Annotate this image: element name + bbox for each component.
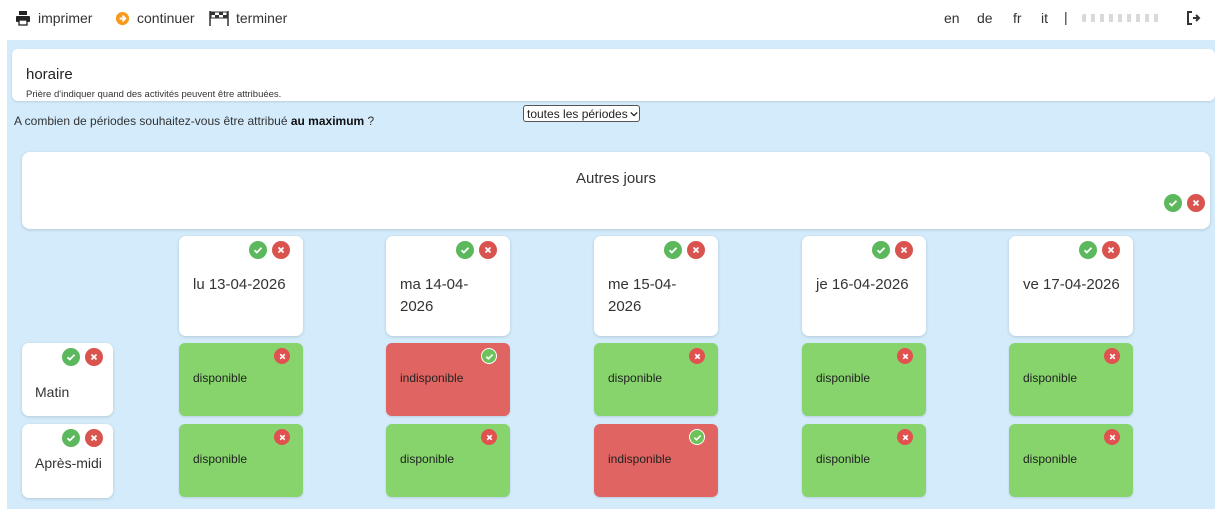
cross-icon[interactable]: [689, 348, 705, 364]
continue-button[interactable]: continuer: [113, 9, 195, 27]
max-periods-select[interactable]: toutes les périodes: [523, 105, 640, 122]
finish-button[interactable]: terminer: [208, 9, 287, 27]
availability-slot[interactable]: indisponible: [594, 424, 718, 497]
cross-icon[interactable]: [481, 429, 497, 445]
cross-icon[interactable]: [1104, 348, 1120, 364]
cross-icon[interactable]: [479, 241, 497, 259]
day-header-card: me 15-04-2026: [594, 236, 718, 336]
question-bold: au maximum: [290, 114, 365, 128]
question-end: ?: [364, 114, 375, 128]
availability-slot[interactable]: indisponible: [386, 343, 510, 416]
period-row-card: Après-midi: [22, 424, 113, 498]
cross-icon[interactable]: [274, 429, 290, 445]
max-periods-question: A combien de périodes souhaitez-vous êtr…: [14, 114, 374, 128]
lang-separator: |: [1064, 9, 1068, 25]
availability-slot[interactable]: disponible: [802, 343, 926, 416]
availability-slot[interactable]: disponible: [1009, 424, 1133, 497]
other-days-title: Autres jours: [575, 170, 657, 187]
continue-label: continuer: [137, 10, 195, 26]
cross-icon[interactable]: [272, 241, 290, 259]
slot-status-text: disponible: [1023, 371, 1078, 385]
chevron-down-icon: [630, 110, 638, 119]
day-header-card: ve 17-04-2026: [1009, 236, 1133, 336]
availability-slot[interactable]: disponible: [386, 424, 510, 497]
lang-en[interactable]: en: [944, 10, 960, 26]
availability-slot[interactable]: disponible: [1009, 343, 1133, 416]
check-icon[interactable]: [62, 348, 80, 366]
cross-icon[interactable]: [274, 348, 290, 364]
page-subtitle: Prière d'indiquer quand des activités pe…: [26, 89, 282, 100]
lang-de[interactable]: de: [977, 10, 993, 26]
day-header-card: je 16-04-2026: [802, 236, 926, 336]
period-label: Après-midi: [35, 455, 102, 471]
day-label: lu 13-04-2026: [193, 276, 286, 293]
period-label: Matin: [35, 384, 70, 400]
other-days-card: Autres jours: [22, 152, 1210, 229]
arrow-right-circle-icon: [113, 9, 131, 27]
availability-slot[interactable]: disponible: [179, 343, 303, 416]
availability-slot[interactable]: disponible: [802, 424, 926, 497]
slot-status-text: disponible: [816, 371, 871, 385]
lang-fr[interactable]: fr: [1013, 10, 1022, 26]
slot-status-text: disponible: [1023, 452, 1078, 466]
slot-status-text: indisponible: [608, 452, 672, 466]
top-toolbar: imprimer continuer terminer en de fr it …: [0, 0, 1215, 40]
page-title: horaire: [26, 66, 73, 83]
period-row-card: Matin: [22, 343, 113, 416]
schedule-header: horaire Prière d'indiquer quand des acti…: [12, 49, 1215, 101]
lang-it[interactable]: it: [1041, 10, 1048, 26]
day-label: je 16-04-2026: [816, 276, 909, 293]
username-redacted: [1082, 14, 1160, 22]
check-icon[interactable]: [481, 348, 497, 364]
slot-status-text: indisponible: [400, 371, 464, 385]
check-icon[interactable]: [456, 241, 474, 259]
slot-status-text: disponible: [400, 452, 455, 466]
finish-label: terminer: [236, 10, 288, 26]
print-button[interactable]: imprimer: [14, 9, 92, 27]
cross-icon[interactable]: [85, 348, 103, 366]
day-label: ma 14-04-2026: [400, 276, 469, 315]
cross-icon[interactable]: [897, 429, 913, 445]
check-icon[interactable]: [872, 241, 890, 259]
cross-icon[interactable]: [85, 429, 103, 447]
cross-icon[interactable]: [1102, 241, 1120, 259]
slot-status-text: disponible: [193, 452, 248, 466]
print-label: imprimer: [38, 10, 93, 26]
check-all-icon[interactable]: [1164, 194, 1182, 212]
day-header-card: ma 14-04-2026: [386, 236, 510, 336]
slot-status-text: disponible: [193, 371, 248, 385]
slot-status-text: disponible: [608, 371, 663, 385]
check-icon[interactable]: [249, 241, 267, 259]
availability-slot[interactable]: disponible: [179, 424, 303, 497]
check-icon[interactable]: [664, 241, 682, 259]
cross-icon[interactable]: [897, 348, 913, 364]
availability-slot[interactable]: disponible: [594, 343, 718, 416]
slot-status-text: disponible: [816, 452, 871, 466]
question-text: A combien de périodes souhaitez-vous êtr…: [14, 114, 291, 128]
check-icon[interactable]: [689, 429, 705, 445]
check-icon[interactable]: [1079, 241, 1097, 259]
logout-icon[interactable]: [1186, 10, 1202, 26]
day-header-card: lu 13-04-2026: [179, 236, 303, 336]
cross-icon[interactable]: [687, 241, 705, 259]
printer-icon: [14, 9, 32, 27]
cross-icon[interactable]: [895, 241, 913, 259]
checkered-flag-icon: [208, 9, 230, 27]
cross-all-icon[interactable]: [1187, 194, 1205, 212]
day-label: me 15-04-2026: [608, 276, 677, 315]
max-periods-select-value: toutes les périodes: [527, 106, 628, 121]
day-label: ve 17-04-2026: [1023, 276, 1120, 293]
check-icon[interactable]: [62, 429, 80, 447]
cross-icon[interactable]: [1104, 429, 1120, 445]
